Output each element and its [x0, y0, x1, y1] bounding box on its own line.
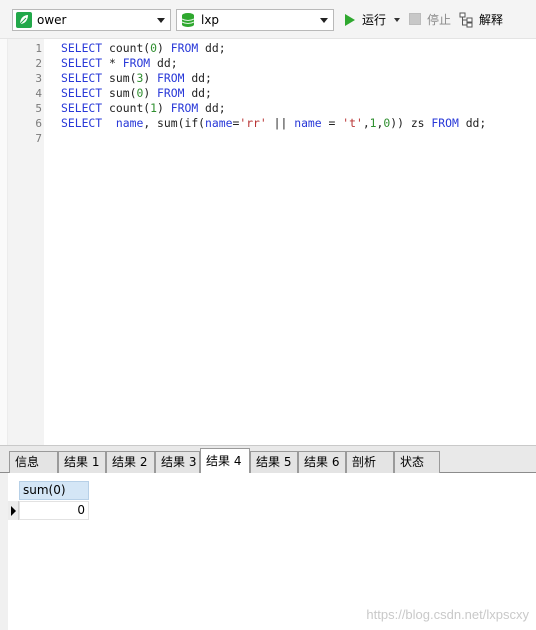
run-dropdown-icon[interactable] — [394, 18, 400, 22]
database-icon — [181, 13, 195, 27]
line-number: 2 — [35, 57, 42, 70]
result-tab[interactable]: 结果 4 — [200, 448, 250, 474]
line-number: 7 — [35, 132, 42, 145]
line-number: 1 — [35, 42, 42, 55]
code-token: SELECT — [61, 86, 103, 100]
connection-value: ower — [37, 13, 67, 27]
code-token: )) zs — [390, 116, 432, 130]
code-line[interactable]: SELECT * FROM dd; — [61, 56, 178, 71]
code-token: dd; — [198, 41, 226, 55]
table-cell[interactable]: 0 — [19, 501, 89, 520]
stop-icon — [409, 13, 421, 25]
code-token: FROM — [170, 101, 199, 115]
connection-leaf-icon — [16, 12, 32, 28]
code-token: SELECT — [61, 56, 103, 70]
result-tab[interactable]: 状态 — [394, 451, 440, 473]
code-token: ) — [143, 86, 158, 100]
play-icon — [345, 14, 355, 26]
code-token: FROM — [170, 41, 199, 55]
query-toolbar: ower lxp 运行 停止 解释 — [0, 0, 536, 38]
stop-label: 停止 — [427, 13, 452, 27]
result-left-edge — [0, 473, 8, 630]
row-pointer-icon — [11, 506, 16, 516]
code-token: ) — [143, 71, 158, 85]
result-grid: sum(0) 0 https://blog.csdn.net/lxpscxy — [0, 473, 536, 630]
editor-left-edge — [0, 39, 8, 445]
connection-select[interactable]: ower — [12, 9, 171, 31]
result-tab[interactable]: 结果 5 — [250, 451, 298, 473]
line-number: 5 — [35, 102, 42, 115]
chevron-down-icon[interactable] — [320, 18, 328, 23]
sql-editor[interactable]: 1234567 SELECT count(0) FROM dd; SELECT *… — [0, 38, 536, 445]
chevron-down-icon[interactable] — [157, 18, 165, 23]
code-token: 0 — [150, 41, 158, 55]
code-token: count( — [102, 101, 151, 115]
code-token: SELECT — [61, 41, 103, 55]
code-token: SELECT — [61, 71, 103, 85]
code-token: dd; — [150, 56, 178, 70]
code-token: SELECT — [61, 101, 103, 115]
code-token: , sum(if( — [143, 116, 206, 130]
code-token: dd; — [184, 86, 212, 100]
line-number: 4 — [35, 87, 42, 100]
code-line[interactable]: SELECT count(1) FROM dd; — [61, 101, 226, 116]
result-tab[interactable]: 剖析 — [346, 451, 394, 473]
code-token: sum( — [102, 71, 137, 85]
code-token: SELECT — [61, 116, 103, 130]
code-token: count( — [102, 41, 151, 55]
code-token: dd; — [198, 101, 226, 115]
code-token: , — [362, 116, 370, 130]
explain-label: 解释 — [479, 13, 504, 27]
code-line[interactable]: SELECT sum(3) FROM dd; — [61, 71, 212, 86]
result-tab[interactable]: 结果 1 — [58, 451, 106, 473]
code-token: * — [102, 56, 123, 70]
result-tab[interactable]: 信息 — [9, 451, 58, 473]
database-value: lxp — [201, 13, 220, 27]
code-token: 't' — [342, 116, 363, 130]
code-token: FROM — [122, 56, 151, 70]
result-tab[interactable]: 结果 2 — [106, 451, 155, 473]
code-token: dd; — [458, 116, 487, 130]
code-line[interactable]: SELECT count(0) FROM dd; — [61, 41, 226, 56]
code-token: sum( — [102, 86, 137, 100]
code-token: 'rr' — [239, 116, 267, 130]
result-tab[interactable]: 结果 3 — [155, 451, 200, 473]
explain-icon — [459, 12, 473, 28]
code-token: FROM — [431, 116, 459, 130]
watermark: https://blog.csdn.net/lxpscxy — [366, 607, 529, 622]
code-line[interactable]: SELECT name, sum(if(name='rr' || name = … — [61, 116, 486, 131]
column-header[interactable]: sum(0) — [19, 481, 89, 500]
line-number: 6 — [35, 117, 42, 130]
code-token: || — [266, 116, 295, 130]
result-tab[interactable]: 结果 6 — [298, 451, 346, 473]
code-token: name — [205, 116, 233, 130]
code-token: ) — [157, 41, 171, 55]
code-token: 1 — [150, 101, 158, 115]
line-number: 3 — [35, 72, 42, 85]
code-token: name — [294, 116, 322, 130]
code-token: dd; — [184, 71, 212, 85]
code-token: = — [321, 116, 343, 130]
current-row-indicator[interactable] — [8, 501, 19, 520]
database-select[interactable]: lxp — [176, 9, 334, 31]
code-token: FROM — [157, 86, 185, 100]
code-token: ) — [157, 101, 171, 115]
code-token: 1 — [369, 116, 377, 130]
code-token: name — [115, 116, 144, 130]
result-tab-bar: 信息 结果 1 结果 2 结果 3 结果 4 结果 5 结果 6 剖析 状态 — [0, 445, 536, 474]
code-token: FROM — [157, 71, 185, 85]
run-label: 运行 — [362, 13, 387, 27]
code-line[interactable]: SELECT sum(0) FROM dd; — [61, 86, 212, 101]
